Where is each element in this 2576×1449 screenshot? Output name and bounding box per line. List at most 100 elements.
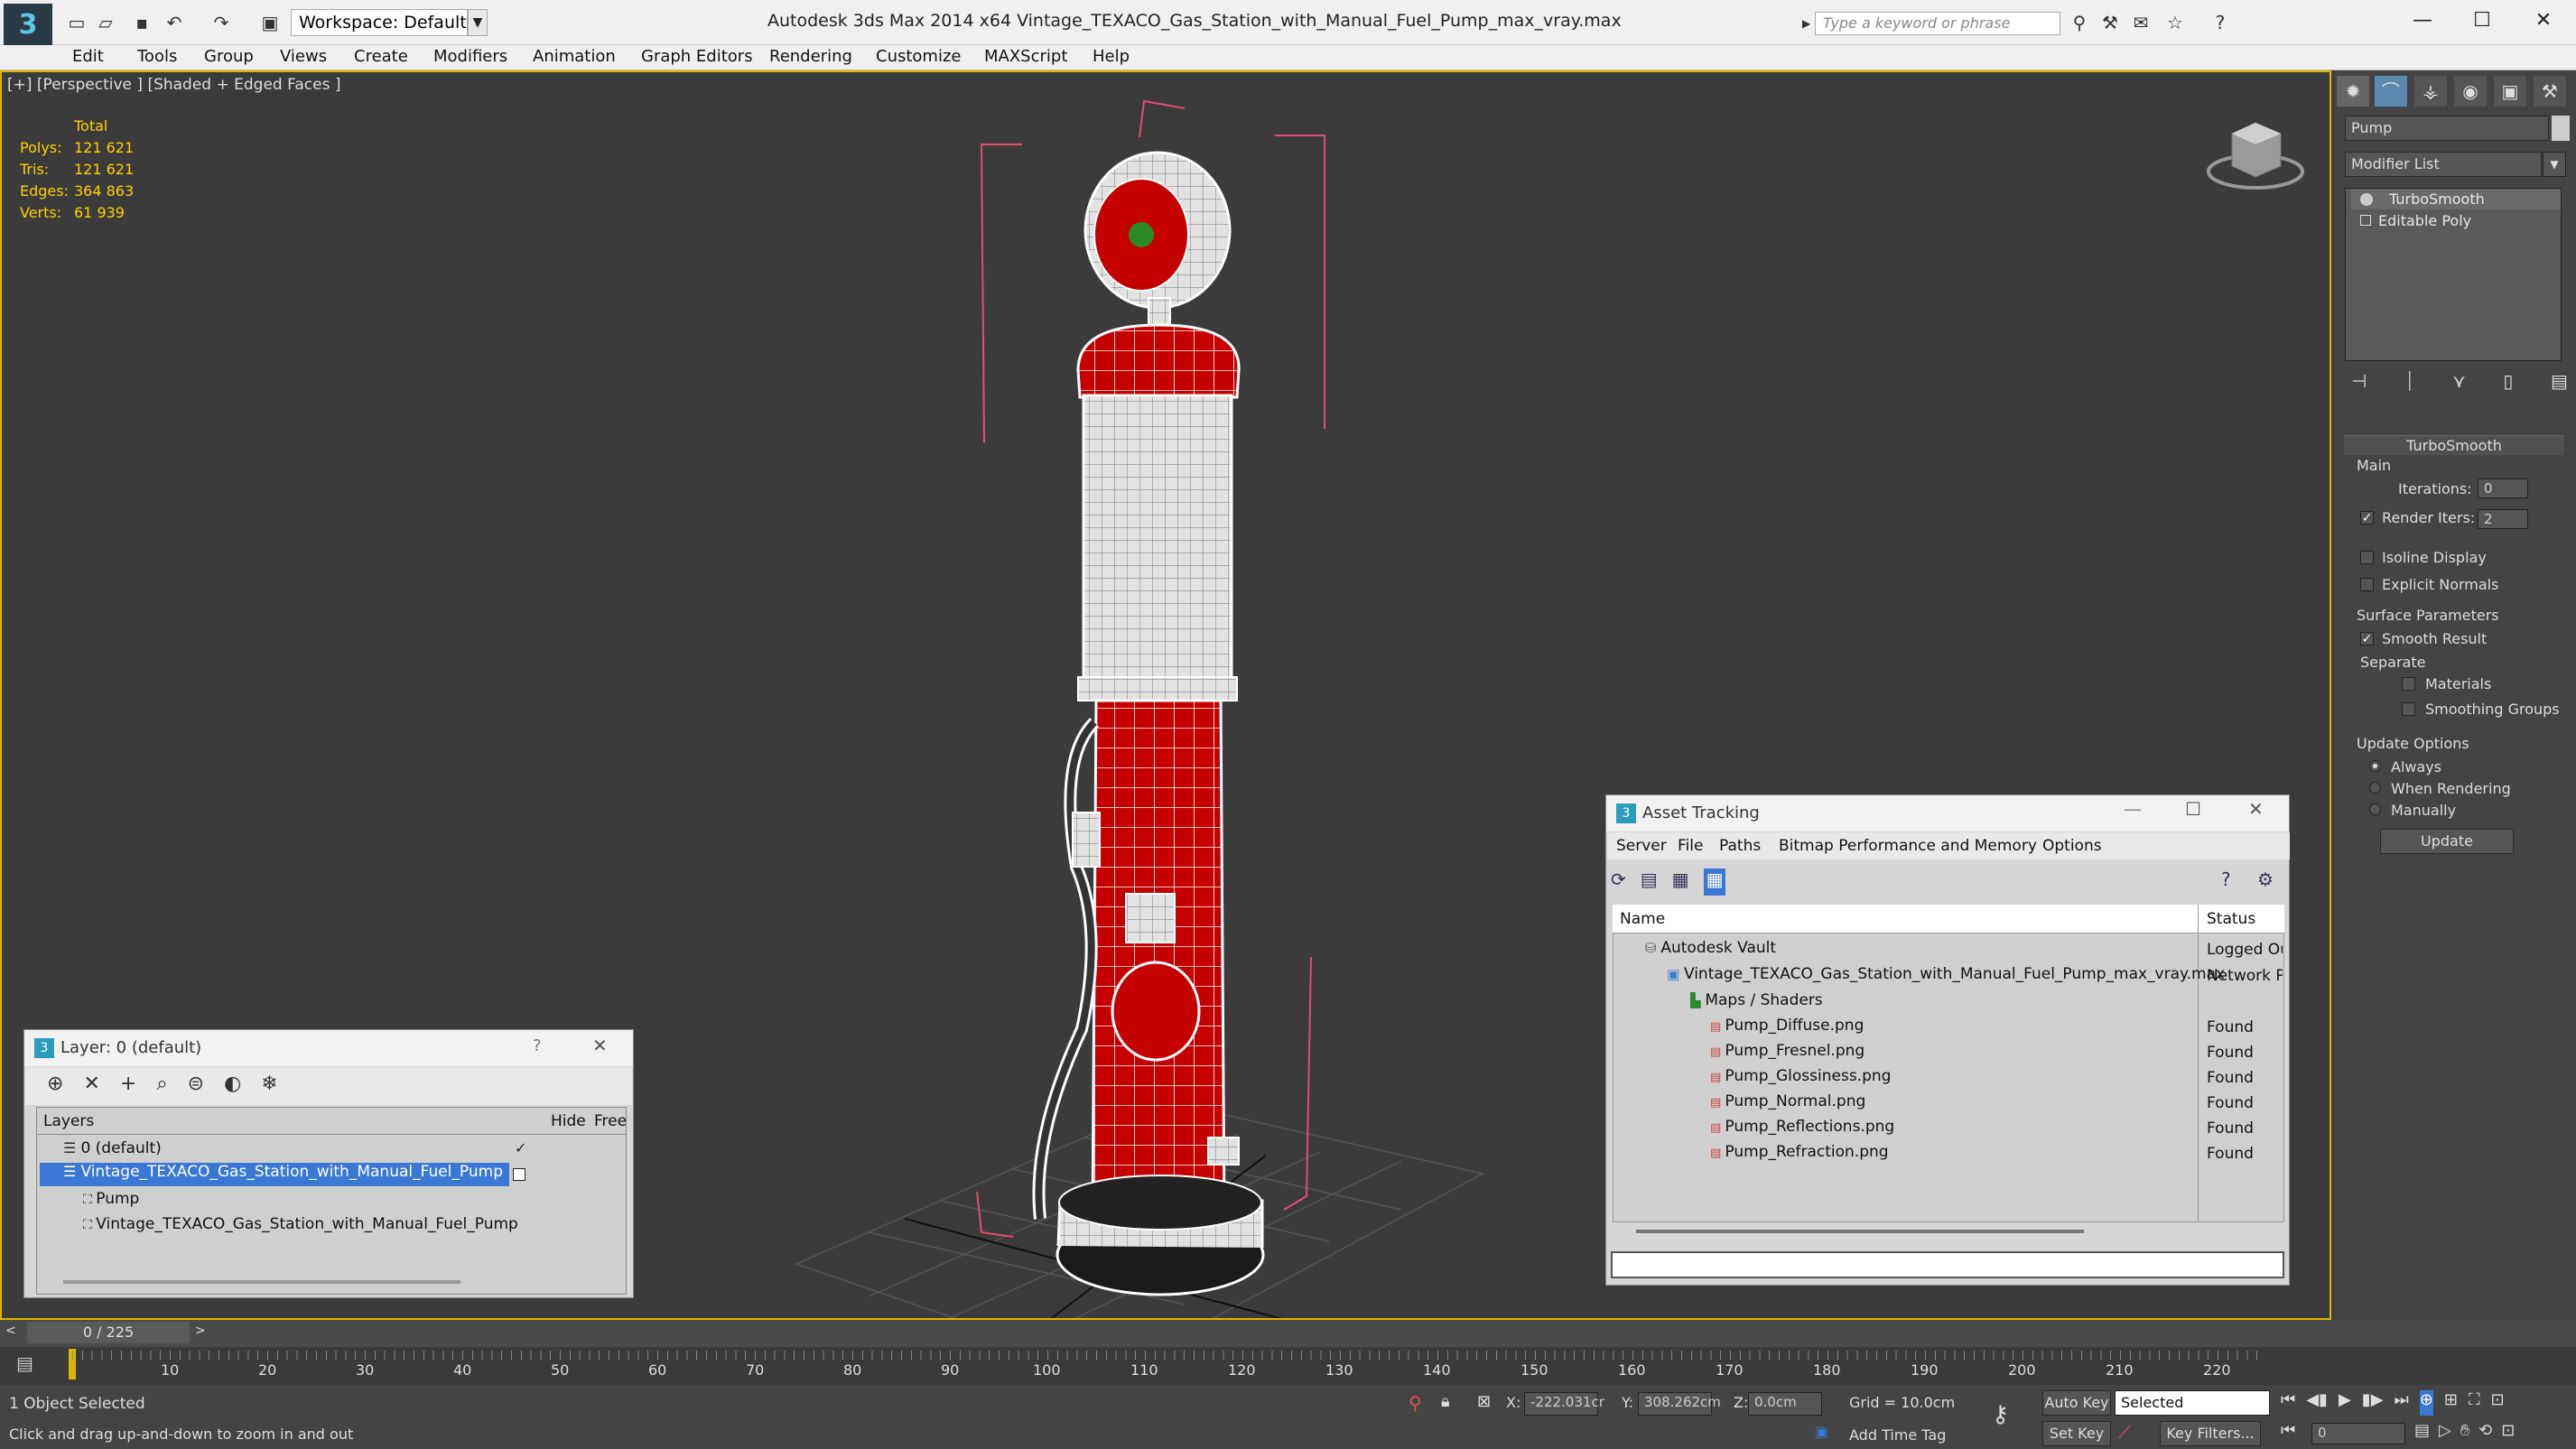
hide-column-header[interactable]: Hide <box>551 1112 586 1130</box>
show-end-result-icon[interactable]: ⏐ <box>2404 370 2414 401</box>
asset-close-button[interactable]: ✕ <box>2248 798 2264 820</box>
menu-modifiers[interactable]: Modifiers <box>433 45 507 70</box>
remove-modifier-icon[interactable]: ▯ <box>2503 370 2513 401</box>
make-unique-icon[interactable]: ⋎ <box>2452 370 2466 401</box>
menu-maxscript[interactable]: MAXScript <box>984 45 1067 70</box>
key-selection-dropdown[interactable]: Selected <box>2115 1390 2270 1416</box>
render-iters-checkbox[interactable] <box>2360 511 2374 525</box>
always-radio[interactable] <box>2369 760 2381 772</box>
lightbulb-icon[interactable] <box>2360 193 2373 206</box>
help-icon[interactable]: ? <box>2209 11 2232 34</box>
auto-key-button[interactable]: Auto Key <box>2042 1390 2111 1416</box>
expand-icon[interactable] <box>2360 215 2371 226</box>
iterations-spinner[interactable]: 0 <box>2478 478 2528 498</box>
communication-icon[interactable]: ✉ <box>2129 11 2153 34</box>
maximize-toggle-icon[interactable]: ⊡ <box>2501 1421 2515 1446</box>
orbit-icon[interactable]: ⟲ <box>2478 1421 2492 1446</box>
layers-column-header[interactable]: Layers <box>43 1112 94 1130</box>
subscription-icon[interactable]: ⚒ <box>2098 11 2122 34</box>
time-slider[interactable] <box>0 1320 2576 1347</box>
select-objects-icon[interactable]: ⌕ <box>156 1073 167 1100</box>
maximize-button[interactable]: ☐ <box>2452 0 2512 42</box>
new-layer-icon[interactable]: ⊕ <box>47 1073 63 1100</box>
display-tab-icon[interactable]: ▣ <box>2494 76 2526 107</box>
menu-group[interactable]: Group <box>204 45 254 70</box>
manually-radio[interactable] <box>2369 803 2381 815</box>
asset-minimize-button[interactable]: — <box>2124 798 2142 820</box>
project-folder-icon[interactable]: ▣ <box>258 11 282 34</box>
asset-row[interactable]: ▤ Pump_Refraction.png <box>1710 1143 2196 1166</box>
current-frame-field[interactable]: 0 <box>2311 1423 2405 1444</box>
add-selection-icon[interactable]: + <box>120 1073 136 1100</box>
stack-item-editable-poly[interactable]: Editable Poly <box>2351 211 2561 231</box>
redo-icon[interactable]: ↷ <box>209 11 233 34</box>
set-key-button[interactable]: Set Key <box>2042 1421 2111 1446</box>
menu-edit[interactable]: Edit <box>72 45 104 70</box>
isoline-checkbox[interactable] <box>2360 551 2374 564</box>
update-button[interactable]: Update <box>2380 829 2514 854</box>
menu-tools[interactable]: Tools <box>137 45 177 70</box>
time-slider-thumb[interactable]: 0 / 225 <box>27 1322 190 1343</box>
add-time-tag[interactable]: Add Time Tag <box>1849 1426 1946 1444</box>
layer-horizontal-scrollbar[interactable] <box>63 1280 460 1284</box>
refresh-icon[interactable]: ⟳ <box>1611 868 1626 896</box>
menu-help[interactable]: Help <box>1093 45 1130 70</box>
zoom-icon[interactable]: ⊕ <box>2419 1390 2433 1416</box>
search-expand-icon[interactable]: ▶ <box>1802 12 1815 35</box>
close-button[interactable]: ✕ <box>2514 0 2573 42</box>
asset-row[interactable]: ⛁ Autodesk Vault <box>1645 939 2196 962</box>
set-key-icon[interactable]: ⟋ <box>2118 1421 2131 1443</box>
y-coordinate-field[interactable]: 308.262cm <box>1638 1392 1721 1416</box>
key-icon[interactable]: ⚷ <box>1992 1401 2009 1428</box>
asset-row[interactable]: ▤ Pump_Glossiness.png <box>1710 1067 2196 1091</box>
asset-menu-server[interactable]: Server <box>1616 837 1667 855</box>
freeze-column-header[interactable]: Free <box>594 1112 627 1130</box>
asset-menu-file[interactable]: File <box>1678 837 1703 855</box>
menu-animation[interactable]: Animation <box>533 45 616 70</box>
menu-rendering[interactable]: Rendering <box>769 45 852 70</box>
layer-window-title-bar[interactable]: Layer: 0 (default) <box>24 1030 633 1066</box>
modify-tab-icon[interactable]: ⌒ <box>2375 76 2407 107</box>
asset-row[interactable]: ▤ Pump_Reflections.png <box>1710 1118 2196 1141</box>
asset-row[interactable]: ▙ Maps / Shaders <box>1690 991 2196 1015</box>
zoom-all-icon[interactable]: ⊞ <box>2444 1390 2458 1416</box>
mini-curve-editor-icon[interactable]: ▤ <box>16 1352 33 1374</box>
rollout-turbosmooth[interactable]: TurboSmooth <box>2344 435 2564 455</box>
tree-view-icon[interactable]: ▦ <box>1672 868 1689 896</box>
viewport-label-menu[interactable]: [+] [Perspective ] [Shaded + Edged Faces… <box>7 76 340 94</box>
key-mode-toggle-icon[interactable]: ⏮ <box>2281 1421 2295 1440</box>
previous-key-icon[interactable]: ◀▮ <box>2306 1390 2328 1416</box>
asset-menu-options[interactable]: Options <box>2042 837 2102 855</box>
undo-icon[interactable]: ↶ <box>163 11 186 34</box>
x-coordinate-field[interactable]: -222.031cr <box>1524 1392 1604 1416</box>
smoothing-groups-checkbox[interactable] <box>2402 702 2415 716</box>
search-input[interactable]: Type a keyword or phrase <box>1815 12 2060 35</box>
asset-row[interactable]: ▣ Vintage_TEXACO_Gas_Station_with_Manual… <box>1667 965 2225 989</box>
layer-row-object[interactable]: ⛶ Vintage_TEXACO_Gas_Station_with_Manual… <box>83 1215 518 1237</box>
asset-menu-bitmap-performance[interactable]: Bitmap Performance and Memory <box>1779 837 2037 855</box>
layer-help-icon[interactable]: ? <box>533 1036 542 1055</box>
binoculars-icon[interactable]: ⚲ <box>2068 11 2091 34</box>
freeze-all-icon[interactable]: ❄ <box>261 1073 277 1100</box>
object-name-field[interactable]: Pump <box>2345 116 2549 141</box>
table-view-icon[interactable]: ▦ <box>1703 868 1726 896</box>
status-column-header[interactable]: Status <box>2207 910 2255 928</box>
workspace-dropdown[interactable]: Workspace: Default <box>291 9 468 36</box>
next-frame-icon[interactable]: > <box>195 1324 206 1338</box>
layer-row[interactable]: ☰ 0 (default) <box>63 1139 533 1161</box>
time-configuration-icon[interactable]: ▤ <box>2414 1421 2430 1446</box>
minimize-button[interactable]: — <box>2393 0 2452 42</box>
pan-view-icon[interactable]: ✋︎ <box>2460 1421 2469 1446</box>
z-coordinate-field[interactable]: 0.0cm <box>1748 1392 1822 1416</box>
hide-all-icon[interactable]: ◐ <box>224 1073 241 1100</box>
previous-frame-icon[interactable]: < <box>5 1324 16 1338</box>
chevron-down-icon[interactable]: ▼ <box>468 9 488 36</box>
asset-row[interactable]: ▤ Pump_Normal.png <box>1710 1092 2196 1116</box>
next-key-icon[interactable]: ▮▶ <box>2362 1390 2384 1416</box>
explicit-normals-checkbox[interactable] <box>2360 578 2374 591</box>
asset-row[interactable]: ▤ Pump_Fresnel.png <box>1710 1042 2196 1065</box>
asset-path-field[interactable] <box>1611 1251 2284 1278</box>
stack-item-turbosmooth[interactable]: TurboSmooth <box>2351 190 2561 209</box>
viewcube[interactable] <box>2207 122 2304 190</box>
maximize-viewport-icon[interactable]: ⊡ <box>2491 1390 2505 1416</box>
